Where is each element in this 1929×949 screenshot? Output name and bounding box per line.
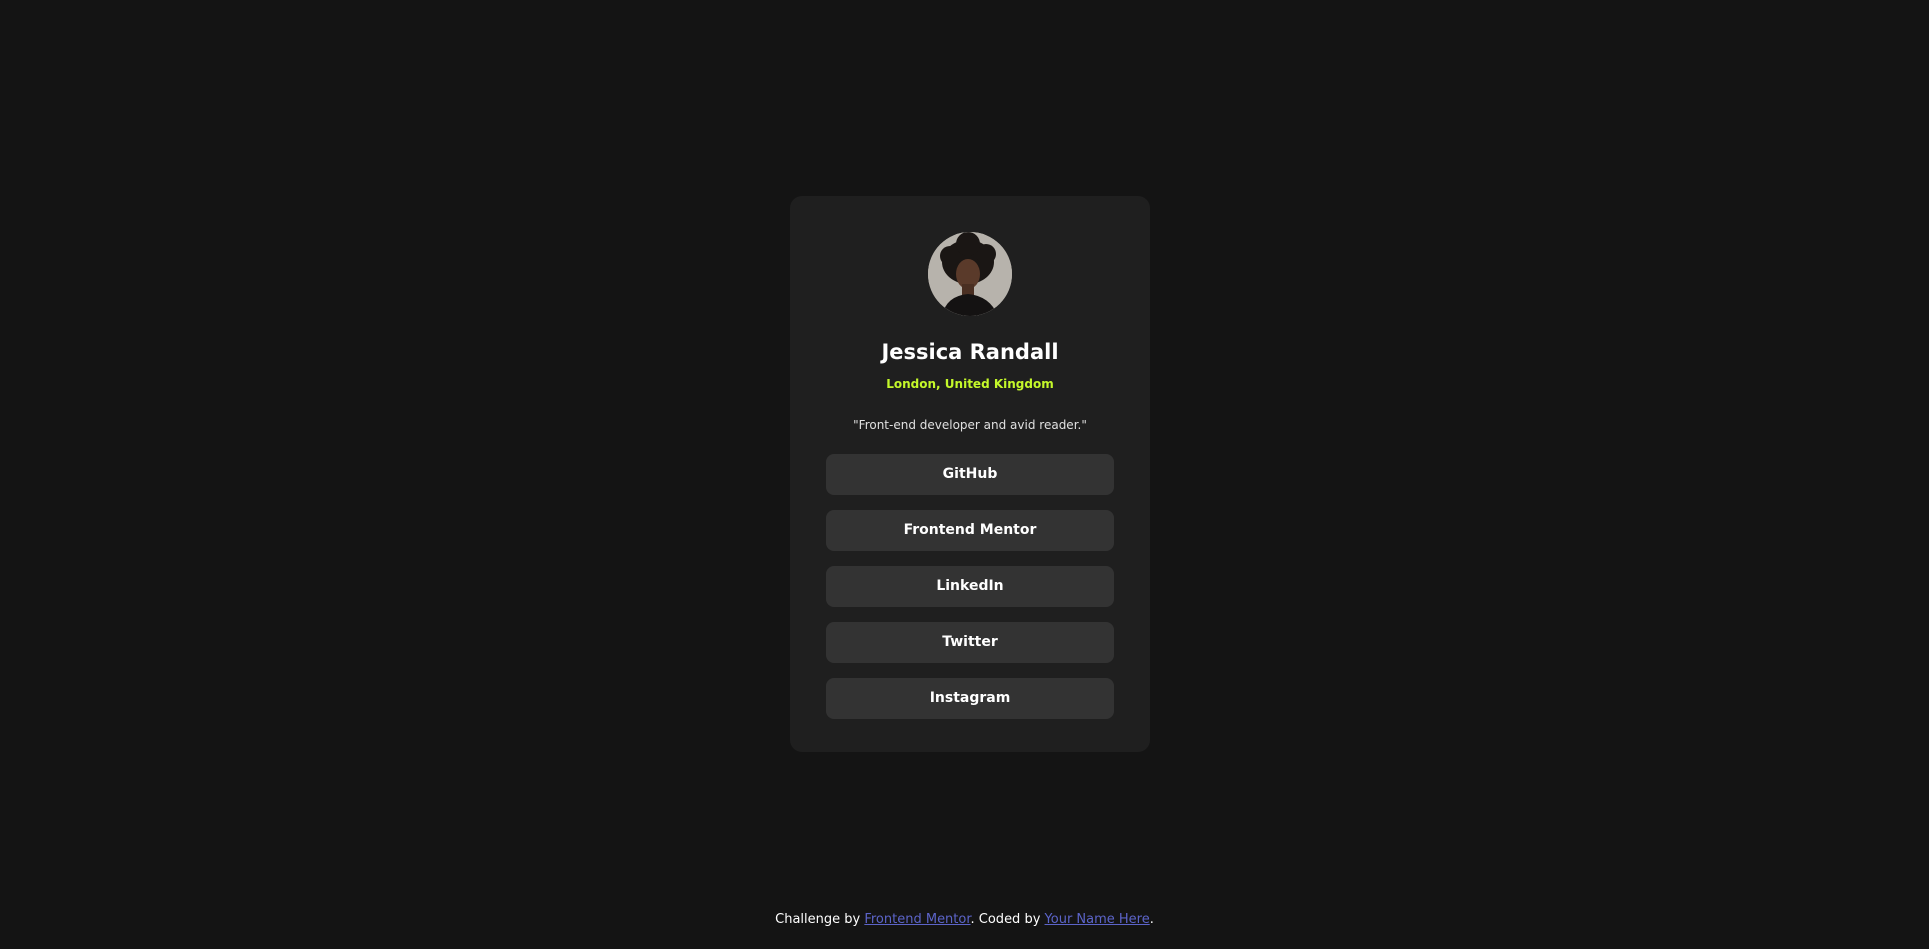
profile-location: London, United Kingdom <box>886 377 1054 392</box>
attribution-prefix: Challenge by <box>775 912 865 927</box>
avatar <box>928 232 1012 316</box>
frontend-mentor-link-button[interactable]: Frontend Mentor <box>826 509 1114 551</box>
challenge-link[interactable]: Frontend Mentor <box>864 912 970 927</box>
twitter-link-button[interactable]: Twitter <box>826 621 1114 663</box>
attribution: Challenge by Frontend Mentor. Coded by Y… <box>0 912 1929 927</box>
profile-card: Jessica Randall London, United Kingdom "… <box>790 196 1150 752</box>
github-link-button[interactable]: GitHub <box>826 453 1114 495</box>
profile-bio: "Front-end developer and avid reader." <box>853 417 1087 432</box>
social-links: GitHub Frontend Mentor LinkedIn Twitter … <box>826 453 1114 719</box>
author-link[interactable]: Your Name Here <box>1045 912 1150 927</box>
instagram-link-button[interactable]: Instagram <box>826 677 1114 719</box>
attribution-suffix: . <box>1149 912 1154 927</box>
attribution-middle: . Coded by <box>970 912 1045 927</box>
profile-photo-icon <box>928 232 1012 316</box>
profile-name: Jessica Randall <box>881 340 1059 364</box>
linkedin-link-button[interactable]: LinkedIn <box>826 565 1114 607</box>
